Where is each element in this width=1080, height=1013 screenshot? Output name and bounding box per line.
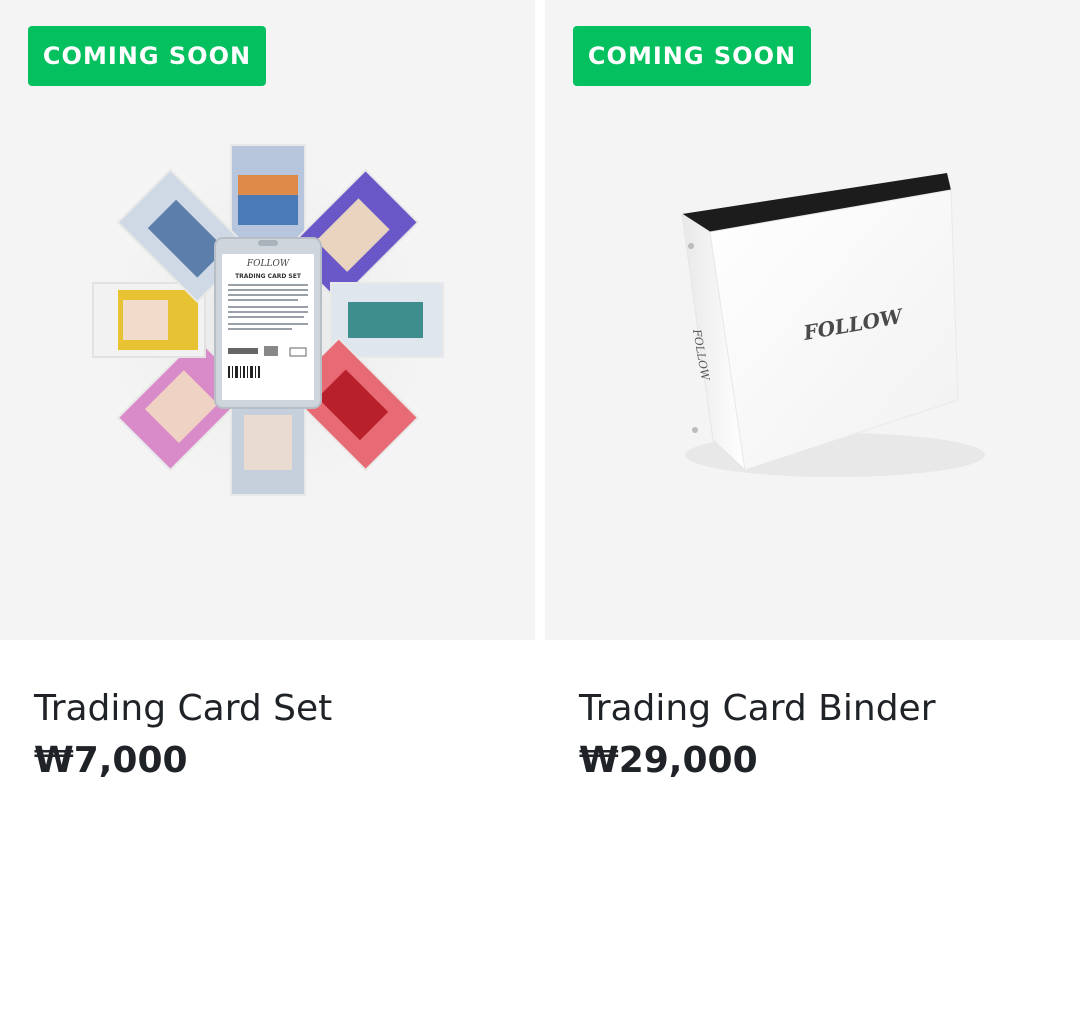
product-thumbnail[interactable]: FOLLOW TRADING CARD SET COMING SOON xyxy=(0,0,535,640)
product-price: ₩29,000 xyxy=(579,740,758,781)
package-title: TRADING CARD SET xyxy=(235,273,302,280)
product-card-trading-card-set[interactable]: FOLLOW TRADING CARD SET COMING SOON Trad… xyxy=(0,0,535,1013)
coming-soon-badge: COMING SOON xyxy=(573,26,811,86)
product-name[interactable]: Trading Card Binder xyxy=(579,688,936,729)
coming-soon-badge: COMING SOON xyxy=(28,26,266,86)
trading-card-set-image: FOLLOW TRADING CARD SET xyxy=(78,140,458,520)
product-price: ₩7,000 xyxy=(34,740,188,781)
svg-text:FOLLOW: FOLLOW xyxy=(246,259,290,269)
trading-card-binder-image: FOLLOW FOLLOW xyxy=(681,173,985,477)
product-name[interactable]: Trading Card Set xyxy=(34,688,332,729)
product-thumbnail[interactable]: FOLLOW FOLLOW COMING SOON xyxy=(545,0,1080,640)
product-card-trading-card-binder[interactable]: FOLLOW FOLLOW COMING SOON Trading Card B… xyxy=(545,0,1080,1013)
product-grid: FOLLOW TRADING CARD SET COMING SOON Trad… xyxy=(0,0,1080,1013)
